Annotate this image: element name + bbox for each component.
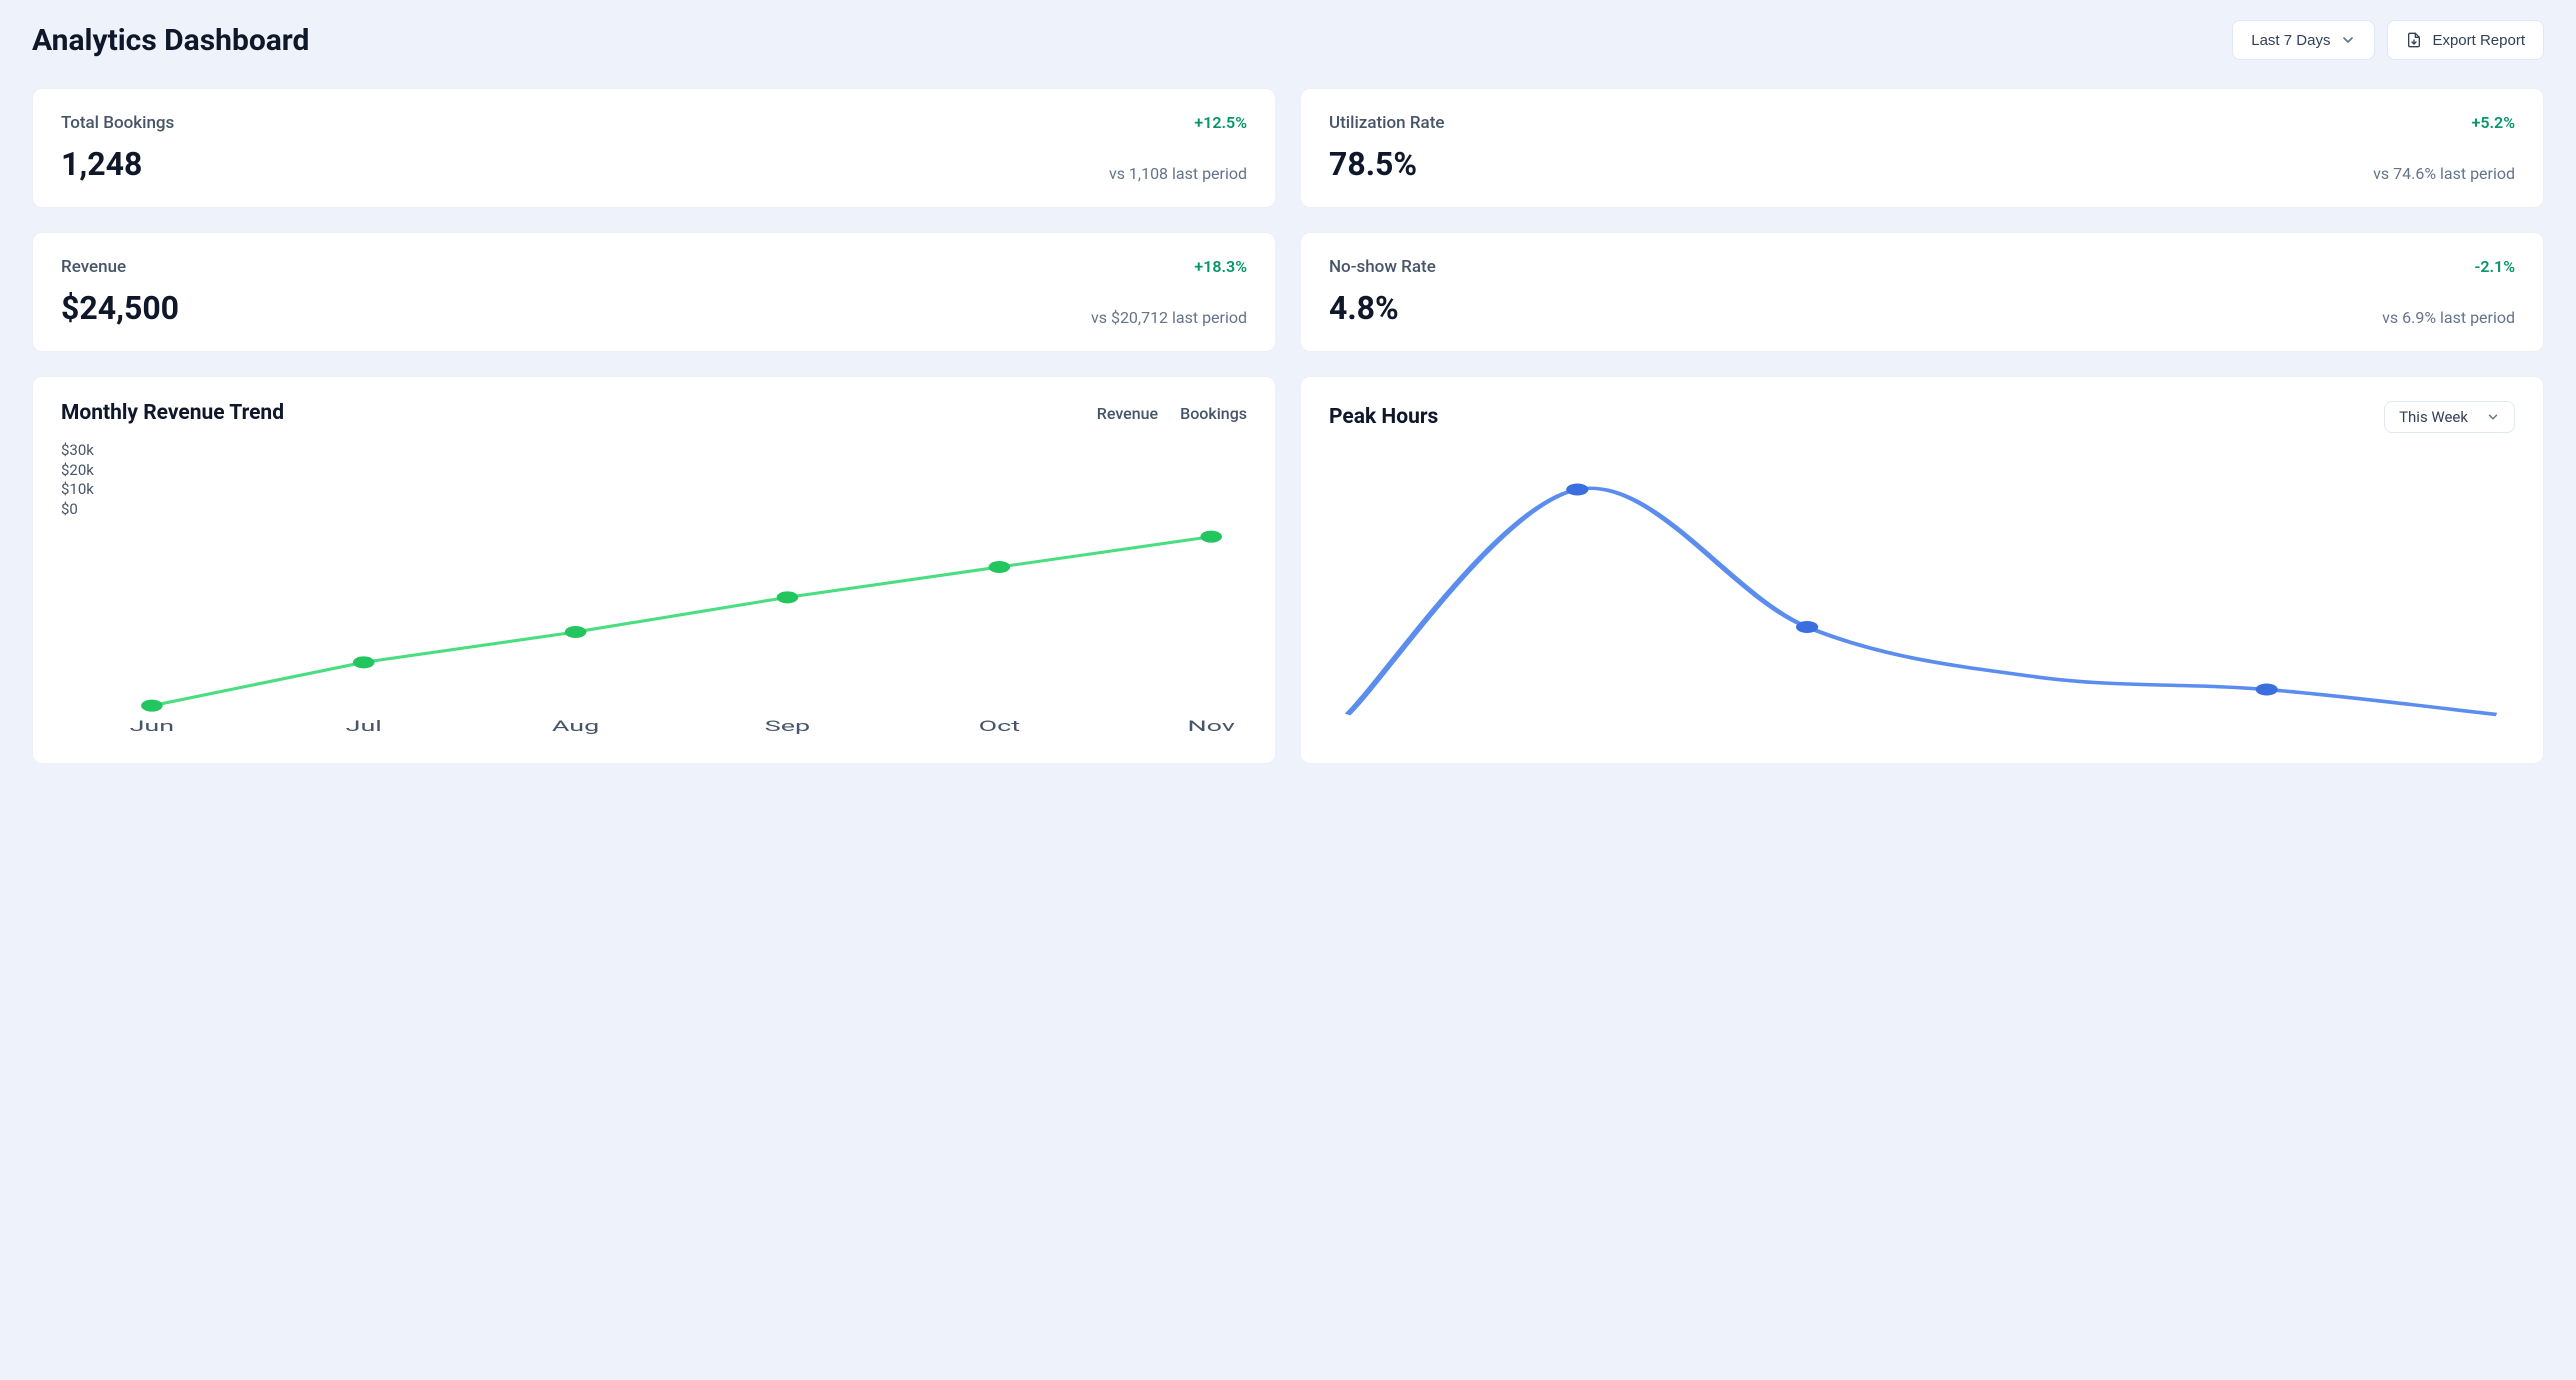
svg-text:Aug: Aug — [552, 718, 599, 735]
chevron-down-icon — [2486, 410, 2500, 424]
metric-label: No-show Rate — [1329, 257, 1436, 277]
revenue-trend-chart: Jun Jul Aug Sep Oct Nov — [98, 439, 1247, 739]
download-file-icon — [2406, 31, 2422, 49]
metric-value: 1,248 — [61, 145, 142, 183]
metric-change: -2.1% — [2475, 257, 2516, 276]
metric-revenue: Revenue +18.3% $24,500 vs $20,712 last p… — [32, 232, 1276, 352]
metric-compare: vs 74.6% last period — [2373, 164, 2515, 183]
metric-label: Utilization Rate — [1329, 113, 1444, 133]
metric-change: +12.5% — [1194, 113, 1247, 132]
y-tick: $0 — [61, 500, 94, 520]
metric-compare: vs $20,712 last period — [1091, 308, 1247, 327]
metric-compare: vs 1,108 last period — [1109, 164, 1247, 183]
metric-total-bookings: Total Bookings +12.5% 1,248 vs 1,108 las… — [32, 88, 1276, 208]
y-tick: $30k — [61, 441, 94, 461]
peak-hours-title: Peak Hours — [1329, 405, 1438, 429]
peak-hours-range-selector[interactable]: This Week — [2384, 401, 2515, 433]
y-tick: $20k — [61, 461, 94, 481]
date-range-label: Last 7 Days — [2251, 32, 2330, 49]
metric-value: 78.5% — [1329, 145, 1417, 183]
revenue-trend-tabs: Revenue Bookings — [1097, 404, 1247, 423]
metric-noshow-rate: No-show Rate -2.1% 4.8% vs 6.9% last per… — [1300, 232, 2544, 352]
peak-hours-card: Peak Hours This Week — [1300, 376, 2544, 764]
svg-text:Oct: Oct — [979, 718, 1020, 735]
export-report-label: Export Report — [2432, 32, 2525, 49]
metric-label: Revenue — [61, 257, 126, 277]
peak-hours-chart — [1329, 447, 2515, 747]
metric-change: +5.2% — [2472, 113, 2515, 132]
svg-text:Nov: Nov — [1187, 718, 1235, 735]
y-tick: $10k — [61, 480, 94, 500]
revenue-y-axis: $30k $20k $10k $0 — [61, 439, 94, 739]
metric-compare: vs 6.9% last period — [2382, 308, 2515, 327]
header-actions: Last 7 Days Export Report — [2232, 20, 2544, 60]
peak-hours-range-label: This Week — [2399, 408, 2468, 426]
revenue-trend-card: Monthly Revenue Trend Revenue Bookings $… — [32, 376, 1276, 764]
metric-label: Total Bookings — [61, 113, 174, 133]
chevron-down-icon — [2340, 32, 2356, 48]
tab-bookings[interactable]: Bookings — [1180, 404, 1247, 423]
export-report-button[interactable]: Export Report — [2387, 20, 2544, 60]
svg-text:Jul: Jul — [346, 718, 382, 735]
tab-revenue[interactable]: Revenue — [1097, 404, 1158, 423]
metrics-grid: Total Bookings +12.5% 1,248 vs 1,108 las… — [32, 88, 2544, 764]
metric-value: 4.8% — [1329, 289, 1399, 327]
svg-text:Jun: Jun — [129, 718, 174, 735]
metric-change: +18.3% — [1194, 257, 1247, 276]
date-range-selector[interactable]: Last 7 Days — [2232, 20, 2375, 60]
page-title: Analytics Dashboard — [32, 23, 309, 58]
metric-value: $24,500 — [61, 289, 179, 327]
metric-utilization-rate: Utilization Rate +5.2% 78.5% vs 74.6% la… — [1300, 88, 2544, 208]
svg-text:Sep: Sep — [765, 718, 810, 735]
revenue-trend-title: Monthly Revenue Trend — [61, 401, 284, 425]
